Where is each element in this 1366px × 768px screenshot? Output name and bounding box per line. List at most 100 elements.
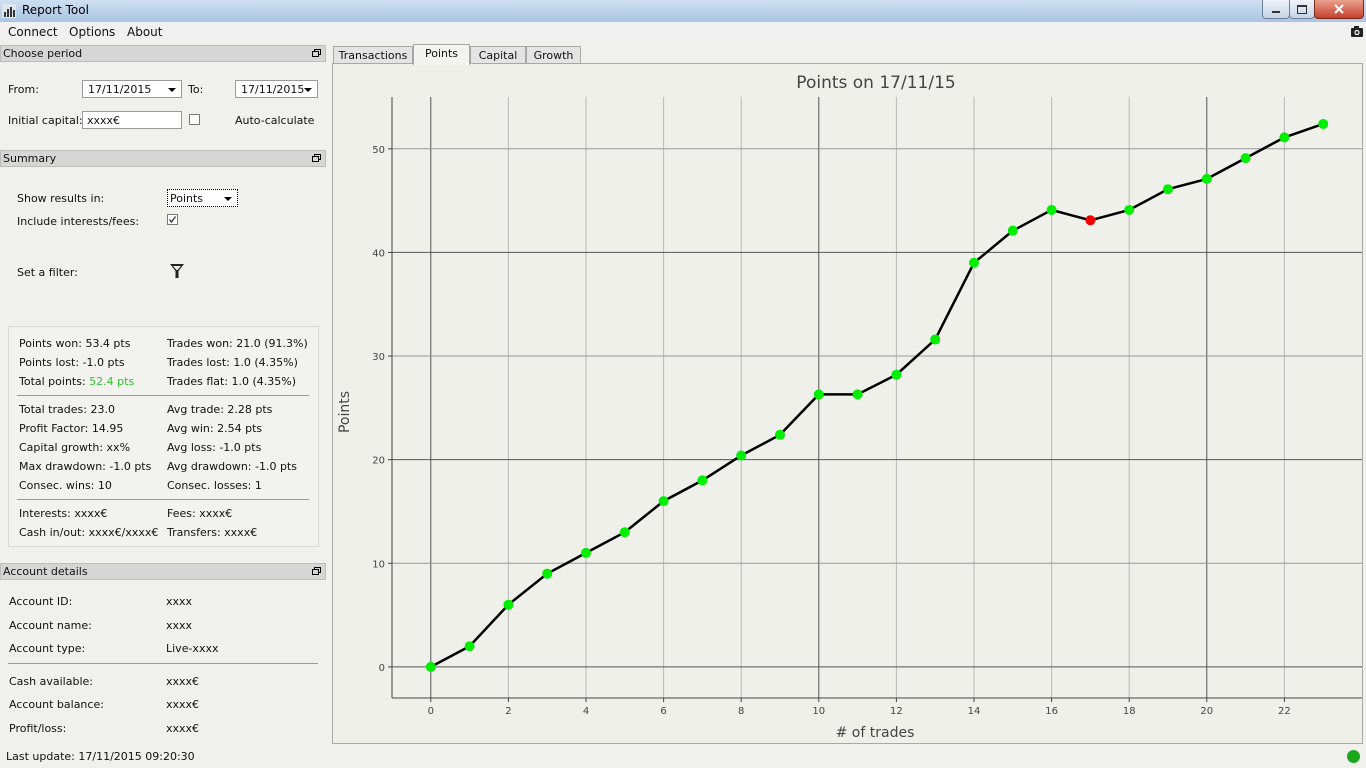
win-data-point bbox=[1240, 153, 1251, 164]
from-date-value: 17/11/2015 bbox=[88, 83, 152, 96]
divider bbox=[17, 395, 309, 396]
initial-capital-input[interactable]: xxxx€ bbox=[82, 111, 182, 129]
include-interests-checkbox[interactable] bbox=[167, 214, 178, 225]
choose-period-header: Choose period bbox=[0, 45, 326, 62]
connection-status-indicator bbox=[1347, 750, 1360, 763]
cash-available-value: xxxx€ bbox=[166, 675, 200, 688]
to-date-value: 17/11/2015 bbox=[241, 83, 305, 96]
points-lost: Points lost: -1.0 pts bbox=[19, 356, 125, 369]
x-tick-label: 6 bbox=[660, 706, 666, 717]
avg-trade: Avg trade: 2.28 pts bbox=[167, 403, 273, 416]
x-tick-label: 2 bbox=[505, 706, 511, 717]
points-chart: Points on 17/11/15 0 2 4 6 8 10 12 14 16 18 20 22 0 1… bbox=[337, 73, 1362, 741]
profit-loss-label: Profit/loss: bbox=[9, 722, 67, 735]
summary-title: Summary bbox=[3, 152, 57, 165]
total-points-label: Total points: bbox=[19, 375, 90, 388]
win-data-point bbox=[969, 257, 979, 268]
float-dock-icon[interactable] bbox=[312, 49, 321, 57]
account-name-label: Account name: bbox=[9, 619, 92, 632]
cash-available-label: Cash available: bbox=[9, 675, 93, 688]
win-data-point bbox=[581, 547, 591, 558]
show-results-value: Points bbox=[170, 192, 204, 205]
win-data-point bbox=[930, 334, 941, 345]
close-button[interactable] bbox=[1314, 0, 1364, 19]
x-tick-label: 10 bbox=[812, 706, 825, 717]
win-data-point bbox=[464, 641, 475, 652]
auto-calculate-checkbox[interactable] bbox=[189, 114, 200, 125]
menu-options[interactable]: Options bbox=[69, 25, 115, 39]
account-type-value: Live-xxxx bbox=[166, 642, 219, 655]
win-data-point bbox=[1163, 184, 1173, 195]
restore-icon bbox=[1297, 4, 1307, 14]
menu-connect[interactable]: Connect bbox=[8, 25, 58, 39]
x-tick-label: 0 bbox=[428, 706, 434, 717]
profit-factor: Profit Factor: 14.95 bbox=[19, 422, 124, 435]
close-icon bbox=[1334, 4, 1344, 14]
win-data-point bbox=[1007, 225, 1018, 236]
total-trades: Total trades: 23.0 bbox=[19, 403, 115, 416]
cash-in-out: Cash in/out: xxxx€/xxxx€ bbox=[19, 526, 159, 539]
avg-drawdown: Avg drawdown: -1.0 pts bbox=[167, 460, 297, 473]
tab-transactions[interactable]: Transactions bbox=[333, 46, 413, 64]
x-tick-label: 16 bbox=[1045, 706, 1058, 717]
account-id-value: xxxx bbox=[166, 595, 193, 608]
win-data-point bbox=[852, 389, 863, 400]
win-data-point bbox=[736, 450, 747, 461]
tab-capital[interactable]: Capital bbox=[470, 46, 526, 64]
minimize-icon bbox=[1272, 11, 1280, 13]
x-tick-label: 18 bbox=[1123, 706, 1136, 717]
initial-capital-value: xxxx€ bbox=[87, 114, 121, 127]
win-data-point bbox=[658, 496, 669, 507]
consec-wins: Consec. wins: 10 bbox=[19, 479, 112, 492]
from-label: From: bbox=[8, 83, 39, 96]
tab-points[interactable]: Points bbox=[413, 44, 470, 65]
win-data-point bbox=[775, 429, 785, 440]
to-date-combo[interactable]: 17/11/2015 bbox=[235, 80, 318, 98]
set-filter-label: Set a filter: bbox=[17, 266, 78, 279]
summary-stats-panel: Points won: 53.4 pts Points lost: -1.0 p… bbox=[8, 326, 319, 547]
win-data-point bbox=[697, 475, 708, 486]
minimize-button[interactable] bbox=[1262, 0, 1290, 19]
win-data-point bbox=[813, 389, 824, 400]
title-bar: Report Tool bbox=[0, 0, 1366, 23]
from-date-combo[interactable]: 17/11/2015 bbox=[82, 80, 182, 98]
win-data-point bbox=[425, 661, 436, 672]
y-tick-label: 0 bbox=[379, 663, 385, 674]
chevron-down-icon bbox=[304, 88, 312, 92]
show-results-label: Show results in: bbox=[17, 192, 105, 205]
win-data-point bbox=[619, 527, 630, 538]
win-data-point bbox=[542, 568, 553, 579]
choose-period-title: Choose period bbox=[3, 47, 83, 60]
y-tick-label: 20 bbox=[372, 456, 385, 467]
consec-losses: Consec. losses: 1 bbox=[167, 479, 262, 492]
win-data-point bbox=[503, 599, 514, 610]
trades-won: Trades won: 21.0 (91.3%) bbox=[167, 337, 308, 350]
x-tick-label: 22 bbox=[1278, 706, 1291, 717]
account-details-header: Account details bbox=[0, 563, 326, 580]
camera-icon[interactable] bbox=[1350, 24, 1364, 38]
account-type-label: Account type: bbox=[9, 642, 86, 655]
transfers: Transfers: xxxx€ bbox=[167, 526, 258, 539]
show-results-combo[interactable]: Points bbox=[167, 189, 238, 207]
y-tick-label: 30 bbox=[372, 352, 385, 363]
tab-growth[interactable]: Growth bbox=[526, 46, 581, 64]
menu-bar: Connect Options About bbox=[0, 22, 1366, 42]
trades-flat: Trades flat: 1.0 (4.35%) bbox=[167, 375, 297, 388]
chevron-down-icon bbox=[224, 197, 232, 201]
account-id-label: Account ID: bbox=[9, 595, 73, 608]
menu-about[interactable]: About bbox=[127, 25, 162, 39]
float-dock-icon[interactable] bbox=[312, 154, 321, 162]
avg-win: Avg win: 2.54 pts bbox=[167, 422, 263, 435]
window-title: Report Tool bbox=[22, 3, 89, 17]
x-tick-label: 8 bbox=[738, 706, 744, 717]
float-dock-icon[interactable] bbox=[312, 567, 321, 575]
divider bbox=[17, 499, 309, 500]
maximize-button[interactable] bbox=[1289, 0, 1315, 19]
last-update-text: Last update: 17/11/2015 09:20:30 bbox=[6, 750, 195, 763]
win-data-point bbox=[891, 369, 902, 380]
filter-icon[interactable] bbox=[169, 263, 185, 279]
x-tick-label: 4 bbox=[583, 706, 589, 717]
x-tick-label: 14 bbox=[968, 706, 981, 717]
y-tick-label: 50 bbox=[372, 145, 385, 156]
chevron-down-icon bbox=[168, 88, 176, 92]
